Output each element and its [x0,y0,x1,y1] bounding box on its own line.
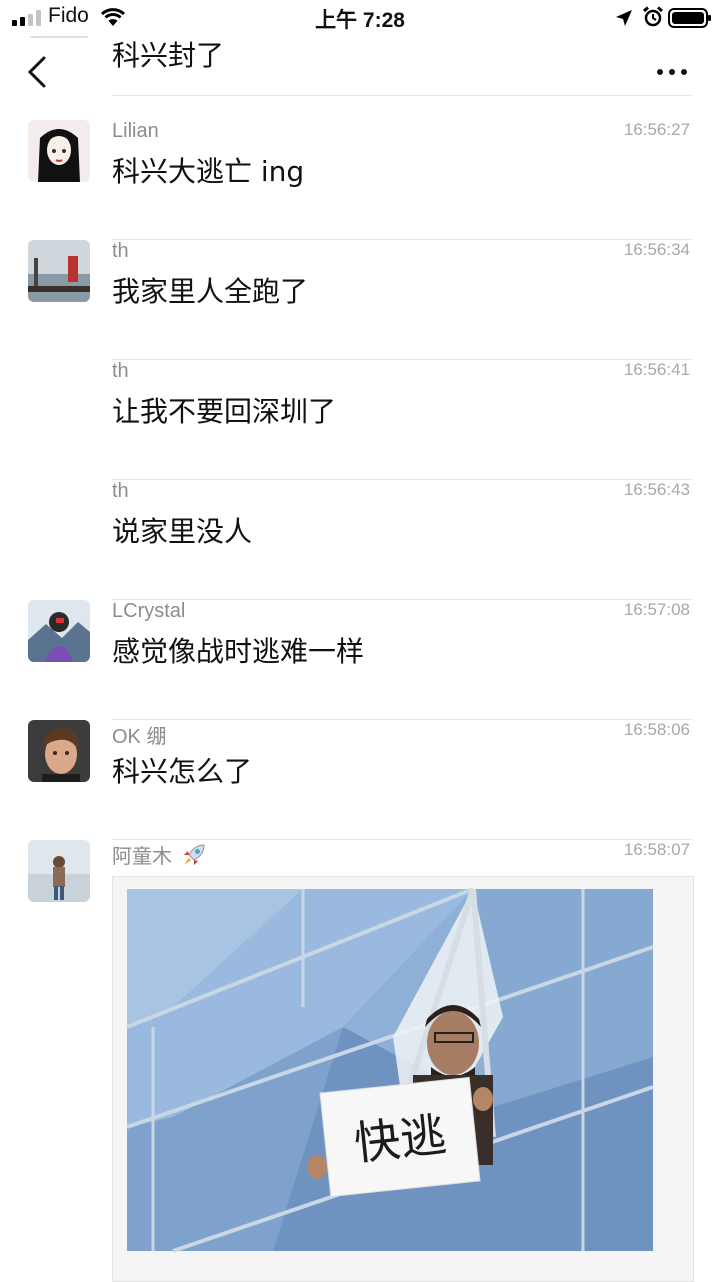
avatar[interactable] [28,720,90,782]
rocket-emoji-icon [183,844,205,865]
image-message[interactable]: 快逃 [112,876,694,1282]
carrier-name: Fido [48,4,89,27]
avatar[interactable] [28,120,90,182]
message-time: 16:56:43 [623,480,690,499]
chat-message[interactable]: OK 绷 科兴怎么了 16:58:06 [0,720,720,840]
message-text: 科兴大逃亡 ing [112,155,305,188]
battery-icon [668,8,711,28]
message-time: 16:57:08 [623,600,690,619]
sender-name: th [112,360,129,382]
message-time: 16:58:06 [623,720,690,739]
chat-message[interactable]: th 说家里没人 16:56:43 [0,480,720,600]
message-time: 16:58:07 [623,840,690,859]
chat-message[interactable]: th 我家里人全跑了 16:56:34 [0,240,720,360]
sender-name: th [112,240,129,262]
shared-photo: 快逃 [113,877,693,1281]
message-time: 16:56:41 [623,360,690,379]
sender-name: Lilian [112,120,159,142]
message-time: 16:56:27 [623,120,690,139]
message-text: 让我不要回深圳了 [112,395,337,428]
chat-message[interactable]: LCrystal 感觉像战时逃难一样 16:57:08 [0,600,720,720]
message-text: 科兴怎么了 [112,755,253,788]
wifi-icon [100,8,126,26]
sender-name: 阿童木 [112,840,208,869]
message-text: 我家里人全跑了 [112,275,309,308]
signal-icon [12,10,41,26]
chat-message[interactable]: th 让我不要回深圳了 16:56:41 [0,360,720,480]
avatar[interactable] [28,600,90,662]
message-text: 感觉像战时逃难一样 [112,635,365,668]
sender-name-text: 阿童木 [112,846,172,868]
status-bar: Fido 上午 7:28 [0,0,720,36]
more-options-button[interactable] [648,60,696,84]
divider [112,95,692,96]
sender-name: OK 绷 [112,726,167,748]
sign-text: 快逃 [352,1107,449,1170]
message-text: 科兴封了 [112,39,225,72]
message-time: 16:56:34 [623,240,690,259]
avatar[interactable] [28,240,90,302]
status-time: 上午 7:28 [315,9,405,32]
message-text: 说家里没人 [112,515,253,548]
location-arrow-icon [616,10,632,26]
chat-message[interactable]: Lilian 科兴大逃亡 ing 16:56:27 [0,120,720,240]
alarm-icon [643,6,663,27]
back-button[interactable] [20,52,56,92]
avatar[interactable] [28,840,90,902]
sender-name: th [112,480,129,502]
sender-name: LCrystal [112,600,186,622]
